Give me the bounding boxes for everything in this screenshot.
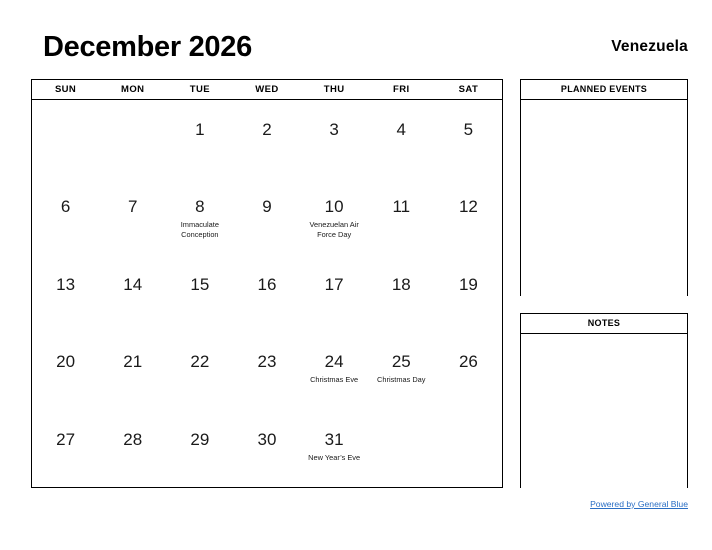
- day-cell[interactable]: 17: [301, 255, 368, 332]
- day-number: 14: [123, 274, 143, 294]
- day-number: 17: [324, 274, 344, 294]
- day-cell[interactable]: 7: [99, 177, 166, 254]
- planned-events-title: PLANNED EVENTS: [521, 80, 687, 100]
- day-event-label: Christmas Eve: [310, 375, 359, 385]
- day-cell[interactable]: 2: [233, 100, 300, 177]
- day-number: 16: [257, 274, 277, 294]
- day-number: 30: [257, 429, 277, 449]
- day-cell[interactable]: [368, 410, 435, 487]
- calendar-weeks: 1 2 3 4 5 6 7 8 Immaculate Conception 9 1…: [32, 100, 502, 487]
- day-number: 3: [329, 120, 339, 139]
- page-header: December 2026 Venezuela: [31, 30, 688, 70]
- calendar-page: December 2026 Venezuela SUN MON TUE WED …: [0, 0, 712, 550]
- weekday-sun: SUN: [54, 84, 77, 95]
- day-number: 18: [391, 274, 411, 294]
- day-cell[interactable]: 19: [435, 255, 502, 332]
- day-number: 11: [392, 197, 411, 217]
- day-cell[interactable]: 6: [32, 177, 99, 254]
- day-number: 7: [127, 197, 138, 217]
- day-number: 26: [458, 352, 478, 372]
- weekday-fri: FRI: [393, 84, 410, 95]
- planned-events-writing-area[interactable]: [521, 100, 687, 296]
- day-number: 10: [324, 197, 344, 217]
- notes-panel: NOTES: [520, 313, 688, 488]
- day-number: 23: [257, 352, 277, 372]
- day-cell[interactable]: 29: [166, 410, 233, 487]
- day-cell[interactable]: 20: [32, 332, 99, 409]
- day-cell[interactable]: 9: [233, 177, 300, 254]
- day-event-label: Christmas Day: [377, 375, 426, 385]
- day-cell[interactable]: 27: [32, 410, 99, 487]
- weekday-mon: MON: [121, 84, 145, 95]
- day-cell[interactable]: 18: [368, 255, 435, 332]
- day-event-label: Venezuelan Air Force Day: [309, 220, 359, 240]
- day-cell[interactable]: 28: [99, 410, 166, 487]
- day-number: 6: [60, 197, 71, 217]
- day-cell[interactable]: 26: [435, 332, 502, 409]
- day-cell[interactable]: 15: [166, 255, 233, 332]
- calendar-grid: SUN MON TUE WED THU FRI SAT 1 2 3 4 5 6 …: [31, 79, 503, 488]
- powered-by-link[interactable]: Powered by General Blue: [590, 498, 688, 510]
- day-cell[interactable]: 14: [99, 255, 166, 332]
- day-number: 4: [396, 120, 406, 139]
- day-number: 21: [123, 352, 143, 372]
- day-number: 27: [56, 429, 76, 449]
- day-number: 15: [190, 274, 210, 294]
- day-number: 24: [324, 352, 344, 372]
- week-row: 20 21 22 23 24 Christmas Eve 25 Christmas …: [32, 332, 502, 409]
- day-number: 31: [324, 429, 344, 449]
- day-cell[interactable]: 10 Venezuelan Air Force Day: [301, 177, 368, 254]
- day-event-label: Immaculate Conception: [180, 220, 219, 240]
- day-number: 19: [458, 274, 478, 294]
- day-cell[interactable]: 16: [233, 255, 300, 332]
- day-number: 5: [463, 120, 474, 139]
- day-cell[interactable]: 5: [435, 100, 502, 177]
- day-event-label: New Year’s Eve: [308, 452, 361, 462]
- page-title: December 2026: [43, 31, 252, 63]
- week-row: 1 2 3 4 5: [32, 100, 502, 177]
- day-number: 13: [56, 274, 76, 294]
- day-cell[interactable]: 13: [32, 255, 99, 332]
- week-row: 6 7 8 Immaculate Conception 9 10 Venezuela…: [32, 177, 502, 254]
- day-cell[interactable]: 31 New Year’s Eve: [301, 410, 368, 487]
- planned-events-panel: PLANNED EVENTS: [520, 79, 688, 296]
- day-number: 9: [262, 197, 272, 217]
- day-number: 28: [123, 429, 143, 449]
- day-cell[interactable]: 23: [233, 332, 300, 409]
- weekday-tue: TUE: [189, 84, 210, 95]
- day-cell[interactable]: [32, 100, 99, 177]
- day-cell[interactable]: 30: [233, 410, 300, 487]
- day-cell[interactable]: [99, 100, 166, 177]
- week-row: 13 14 15 16 17 18 19: [32, 255, 502, 332]
- day-number: 8: [195, 197, 205, 217]
- country-label: Venezuela: [611, 38, 688, 55]
- day-cell[interactable]: 24 Christmas Eve: [301, 332, 368, 409]
- day-cell[interactable]: 1: [166, 100, 233, 177]
- day-cell[interactable]: [435, 410, 502, 487]
- day-cell[interactable]: 4: [368, 100, 435, 177]
- day-number: 29: [190, 429, 210, 449]
- day-cell[interactable]: 8 Immaculate Conception: [166, 177, 233, 254]
- day-number: 20: [56, 352, 76, 372]
- day-cell[interactable]: 11: [368, 177, 435, 254]
- week-row: 27 28 29 30 31 New Year’s Eve: [32, 410, 502, 487]
- day-cell[interactable]: 22: [166, 332, 233, 409]
- notes-writing-area[interactable]: [521, 334, 687, 488]
- weekday-header-row: SUN MON TUE WED THU FRI SAT: [32, 80, 502, 100]
- weekday-thu: THU: [323, 84, 345, 95]
- day-number: 25: [391, 352, 411, 372]
- notes-title: NOTES: [521, 314, 687, 334]
- day-number: 1: [195, 120, 205, 139]
- weekday-wed: WED: [255, 84, 279, 95]
- day-number: 12: [458, 197, 478, 217]
- day-number: 2: [262, 120, 272, 139]
- weekday-sat: SAT: [458, 84, 479, 95]
- day-cell[interactable]: 12: [435, 177, 502, 254]
- day-cell[interactable]: 3: [301, 100, 368, 177]
- day-cell[interactable]: 25 Christmas Day: [368, 332, 435, 409]
- day-number: 22: [190, 352, 210, 372]
- day-cell[interactable]: 21: [99, 332, 166, 409]
